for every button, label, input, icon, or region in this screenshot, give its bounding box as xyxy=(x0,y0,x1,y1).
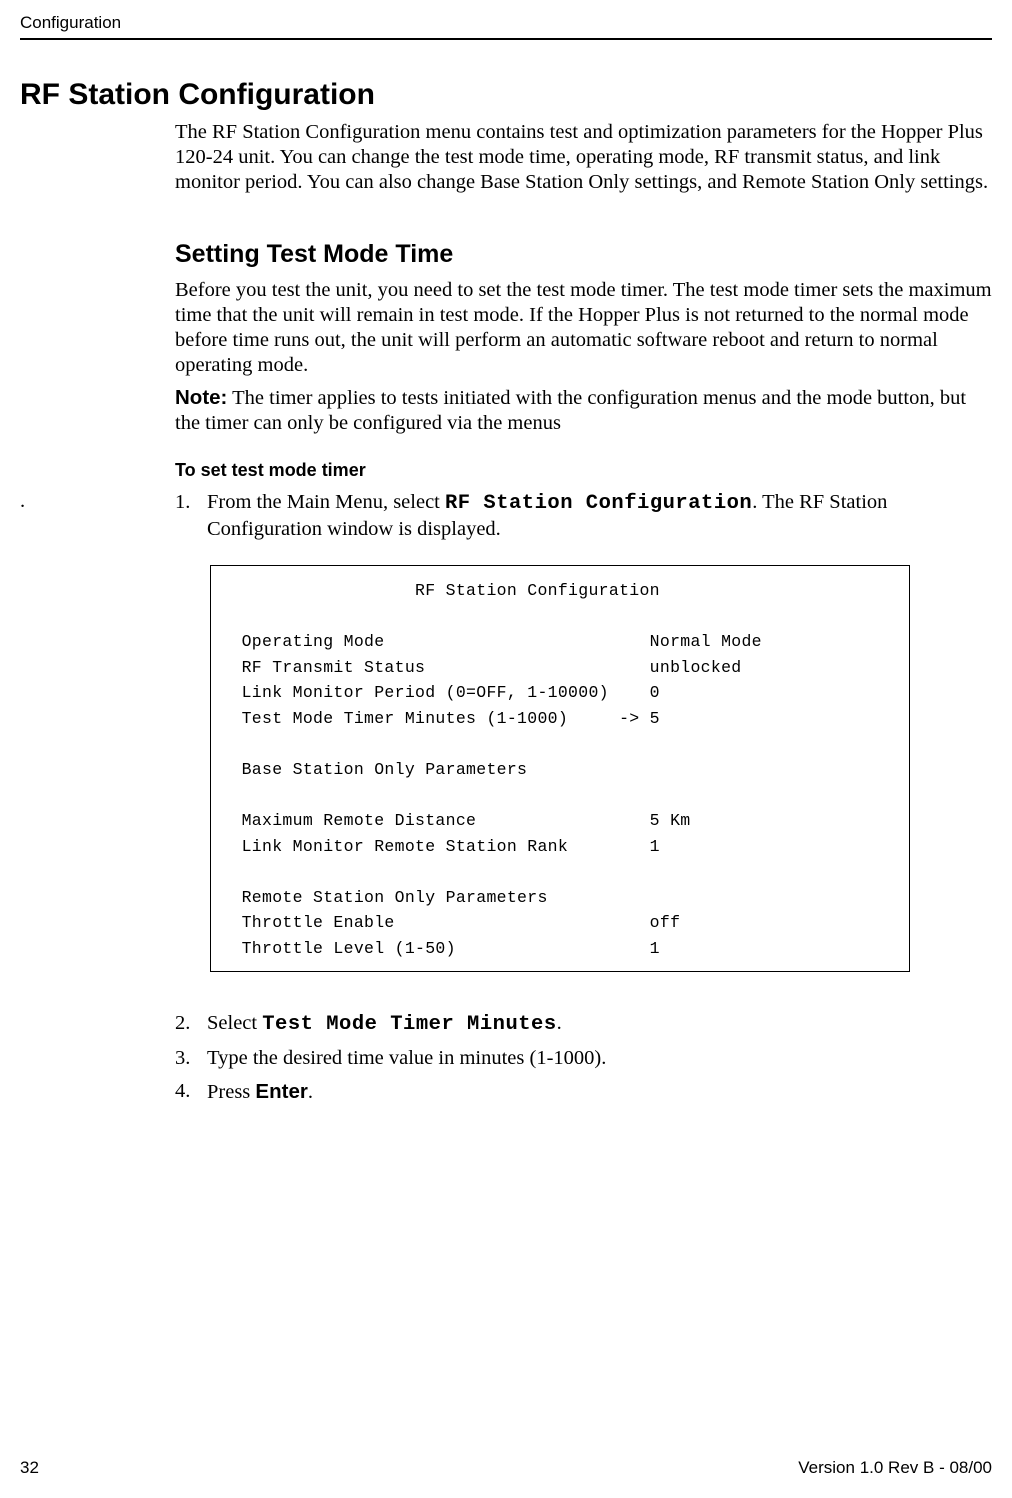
note-text: The timer applies to tests initiated wit… xyxy=(175,387,966,434)
step-text-post: . xyxy=(308,1081,313,1103)
terminal-window: RF Station Configuration Operating Mode … xyxy=(210,565,910,972)
step-text-pre: From the Main Menu, select xyxy=(207,491,445,513)
step-1: 1. From the Main Menu, select RF Station… xyxy=(175,490,992,542)
page-title: RF Station Configuration xyxy=(20,78,375,112)
header-rule xyxy=(20,38,992,40)
test-mode-paragraph: Before you test the unit, you need to se… xyxy=(175,278,992,378)
step-body: Type the desired time value in minutes (… xyxy=(207,1045,992,1073)
version-string: Version 1.0 Rev B - 08/00 xyxy=(798,1458,992,1478)
step-list-top: 1. From the Main Menu, select RF Station… xyxy=(175,490,992,548)
terminal-content: RF Station Configuration Operating Mode … xyxy=(211,578,909,961)
step-number: 3. xyxy=(175,1045,207,1073)
step-bold: Enter xyxy=(255,1080,307,1103)
step-2: 2. Select Test Mode Timer Minutes. xyxy=(175,1010,992,1039)
note-label: Note: xyxy=(175,386,227,409)
step-text-pre: Press xyxy=(207,1081,255,1103)
note-block: Note: The timer applies to tests initiat… xyxy=(175,385,992,436)
step-body: Select Test Mode Timer Minutes. xyxy=(207,1010,992,1039)
step-text-post: . xyxy=(557,1012,562,1034)
step-number: 2. xyxy=(175,1010,207,1038)
hanging-dot: . xyxy=(20,490,25,513)
procedure-title: To set test mode timer xyxy=(175,460,366,481)
step-list-bottom: 2. Select Test Mode Timer Minutes. 3. Ty… xyxy=(175,1010,992,1113)
subsection-title: Setting Test Mode Time xyxy=(175,240,453,269)
step-code: RF Station Configuration xyxy=(445,492,752,515)
step-text: Type the desired time value in minutes (… xyxy=(207,1047,606,1069)
step-number: 1. xyxy=(175,490,207,516)
step-body: From the Main Menu, select RF Station Co… xyxy=(207,490,992,542)
step-body: Press Enter. xyxy=(207,1078,992,1107)
step-text-pre: Select xyxy=(207,1012,262,1034)
step-number: 4. xyxy=(175,1078,207,1106)
step-3: 3. Type the desired time value in minute… xyxy=(175,1045,992,1073)
step-code: Test Mode Timer Minutes xyxy=(262,1013,556,1036)
page-number: 32 xyxy=(20,1458,39,1478)
header-section: Configuration xyxy=(20,13,121,33)
step-4: 4. Press Enter. xyxy=(175,1078,992,1107)
intro-paragraph: The RF Station Configuration menu contai… xyxy=(175,120,992,195)
